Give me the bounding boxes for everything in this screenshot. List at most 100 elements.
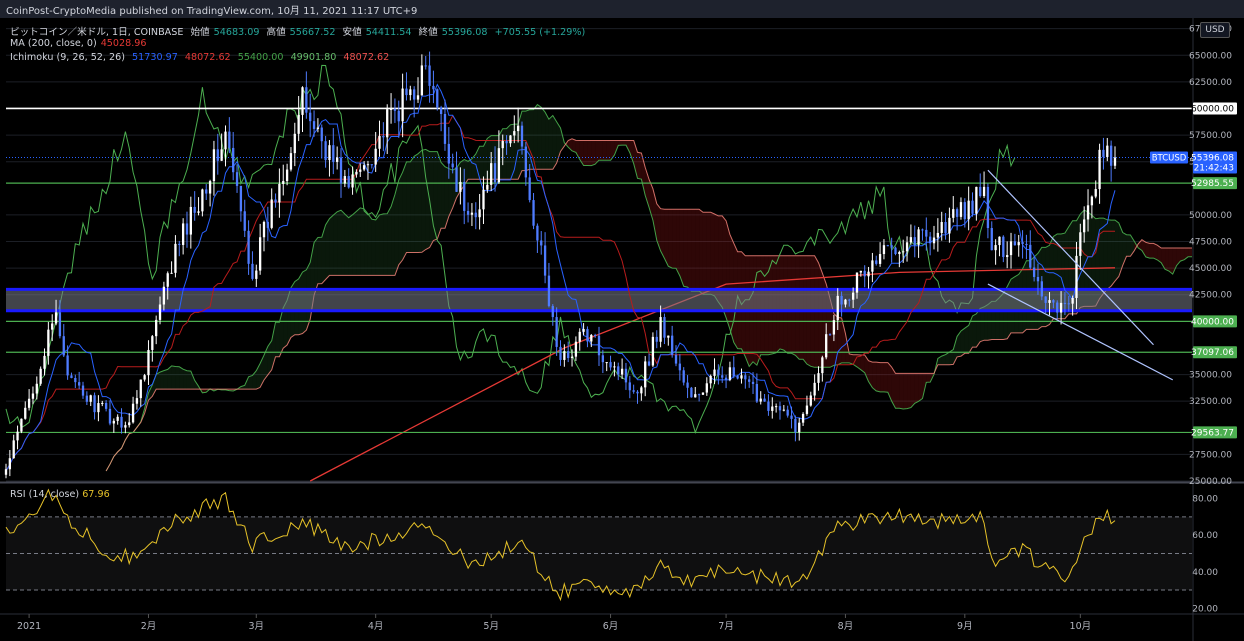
cloud-segment [348, 214, 353, 276]
price-tick-label: 27500.00 [1189, 450, 1232, 460]
candle-body [166, 273, 169, 287]
candle-body [428, 65, 431, 86]
candle-body [813, 382, 816, 396]
candle-body [158, 304, 162, 320]
candle-body [405, 88, 408, 96]
cloud-segment [1145, 242, 1150, 259]
candle-body [336, 157, 339, 162]
candle-body [4, 469, 8, 475]
candle-body [1079, 232, 1082, 256]
candle-body [108, 408, 112, 424]
candle-body [516, 125, 520, 132]
candle-body [24, 407, 27, 419]
rsi-label: RSI (14, close) [10, 489, 80, 500]
candle-body [389, 108, 393, 110]
cloud-segment [402, 161, 407, 260]
cloud-segment [664, 209, 669, 267]
cloud-segment [656, 203, 661, 251]
candle-body [582, 329, 585, 332]
candle-body [851, 292, 855, 300]
candle-body [463, 181, 466, 211]
cloud-segment [587, 140, 592, 166]
candle-body [1106, 145, 1109, 157]
candle-body [297, 114, 300, 134]
candle-body [540, 240, 543, 246]
candle-body [570, 356, 574, 359]
cloud-segment [441, 162, 445, 229]
candle-body [1006, 255, 1009, 258]
symbol-legend: ビットコイン／米ドル, 1日, COINBASE 始値 54683.09 高値 55… [10, 24, 589, 38]
candle-body [936, 232, 940, 238]
candle-body [47, 329, 50, 356]
low-label: 安値 [342, 27, 362, 38]
time-tick-label: 2月 [141, 621, 157, 632]
candle-body [690, 387, 693, 398]
candle-body [644, 361, 647, 388]
candle-body [78, 382, 81, 386]
candle-body [863, 270, 866, 277]
cloud-segment [876, 362, 881, 392]
cloud-segment [344, 214, 349, 276]
candle-body [1063, 302, 1067, 304]
candle-body [894, 247, 897, 255]
candle-body [1048, 300, 1051, 303]
time-axis: 2021 2月 3月 4月 5月 6月 7月 8月 9月 10月 [17, 614, 1091, 632]
candle-body [717, 369, 720, 376]
candle-body [886, 245, 889, 247]
candle-body [1040, 281, 1043, 297]
candle-body [990, 228, 993, 251]
candle-body [967, 200, 970, 220]
low-value: 54411.54 [365, 27, 412, 38]
candle-body [647, 361, 651, 366]
cloud-segment [406, 161, 411, 253]
candle-body [944, 222, 947, 234]
cloud-segment [391, 194, 395, 276]
candle-body [93, 395, 96, 413]
candle-body [81, 385, 85, 396]
candle-body [955, 209, 959, 217]
cloud-segment [837, 317, 842, 365]
candle-body [424, 65, 427, 67]
candle-body [131, 403, 135, 423]
cloud-segment [360, 207, 365, 276]
candle-body [701, 392, 705, 395]
candle-body [305, 87, 308, 113]
candle-body [736, 376, 739, 379]
candle-body [532, 200, 535, 226]
candle-body [655, 336, 658, 342]
candle-body [744, 375, 747, 380]
cloud-segment [683, 209, 688, 288]
cloud-segment [506, 124, 511, 180]
currency-button[interactable]: USD [1200, 22, 1230, 38]
time-tick-label: 5月 [483, 621, 499, 632]
price-tick-label: 50000.00 [1189, 211, 1232, 221]
candle-body [875, 260, 878, 264]
price-chart[interactable]: 67500.0065000.0062500.0057500.0055000.00… [0, 0, 1244, 641]
cloud-segment [352, 211, 357, 276]
candle-body [786, 409, 789, 416]
cloud-segment [883, 362, 888, 393]
candle-body [31, 393, 35, 399]
candle-body [617, 366, 620, 375]
candle-body [382, 135, 385, 138]
symbol-name: ビットコイン／米ドル, 1日, COINBASE [10, 27, 184, 38]
price-label-text: 55396.08 [1191, 153, 1234, 163]
candle-body [605, 362, 608, 364]
candle-body [316, 127, 320, 129]
candle-body [443, 113, 447, 144]
candle-body [694, 394, 697, 398]
candle-body [16, 431, 19, 441]
open-label: 始値 [190, 27, 210, 38]
cloud-segment [914, 373, 919, 404]
candle-body [320, 127, 323, 142]
cloud-segment [186, 370, 191, 390]
candle-body [355, 171, 358, 175]
cloud-segment [329, 215, 334, 276]
price-tick-label: 42500.00 [1189, 291, 1232, 301]
cloud-segment [371, 219, 376, 276]
candle-body [351, 174, 354, 188]
cloud-segment [171, 365, 176, 390]
candle-body [859, 270, 862, 273]
cloud-segment [156, 372, 161, 390]
candle-body [890, 245, 893, 248]
